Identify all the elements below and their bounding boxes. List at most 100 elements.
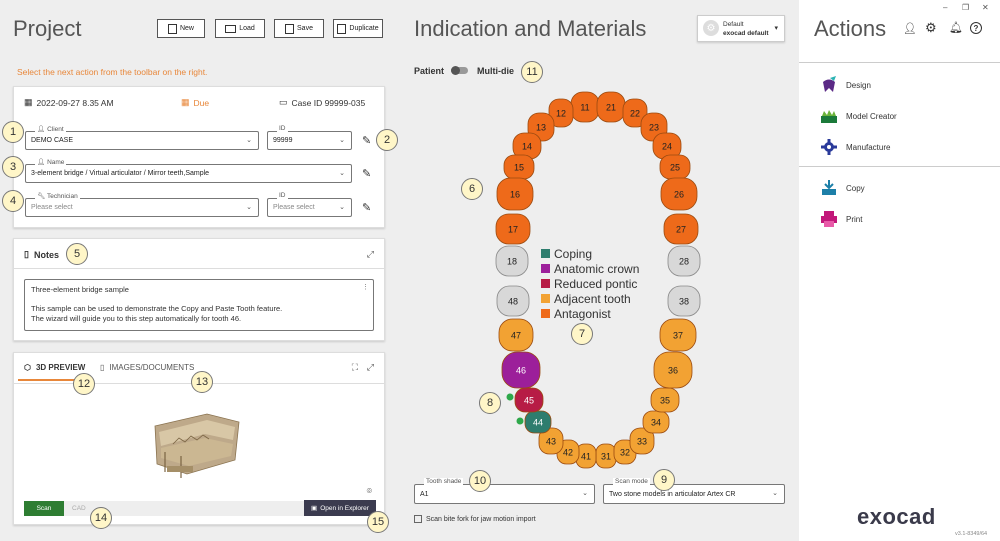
tooth-28[interactable]: 28 xyxy=(667,245,701,277)
restore-icon[interactable]: ❐ xyxy=(962,3,969,12)
close-icon[interactable]: ✕ xyxy=(982,3,989,12)
tooth-shade-select[interactable]: Tooth shade A1 ⌄ xyxy=(414,478,595,504)
edit-name-pencil-icon[interactable]: ✎ xyxy=(362,167,371,180)
tooth-34[interactable]: 34 xyxy=(642,410,670,434)
help-icon[interactable]: ? xyxy=(970,22,982,34)
notes-textarea[interactable]: Three-element bridge sample This sample … xyxy=(24,279,374,331)
tooth-number: 31 xyxy=(601,452,611,462)
fit-view-icon[interactable]: ⛶ xyxy=(352,362,358,373)
tooth-36[interactable]: 36 xyxy=(653,351,693,389)
new-file-icon xyxy=(167,23,177,34)
new-button[interactable]: New xyxy=(157,19,205,38)
design-tooth-icon xyxy=(823,76,836,92)
scan-mode-select[interactable]: Scan mode Two stone models in articulato… xyxy=(603,478,785,504)
tooth-number: 11 xyxy=(580,103,589,113)
dental-model-render[interactable] xyxy=(147,408,247,483)
load-button[interactable]: Load xyxy=(215,19,265,38)
user-icon[interactable]: 👤︎ xyxy=(903,22,917,35)
tooth-18[interactable]: 18 xyxy=(495,245,529,277)
tooth-number: 44 xyxy=(533,418,543,428)
duplicate-button[interactable]: Duplicate xyxy=(333,19,383,38)
tooth-37[interactable]: 37 xyxy=(659,318,697,352)
project-title: Project xyxy=(13,16,82,41)
tooth-38[interactable]: 38 xyxy=(667,285,701,317)
patient-multidie-toggle[interactable] xyxy=(451,66,468,75)
tooth-number: 25 xyxy=(670,163,680,173)
notes-icon: ▯ xyxy=(24,249,29,259)
bell-icon[interactable]: 🔔︎ xyxy=(949,21,963,34)
client-id-select[interactable]: ID 99999 ⌄ xyxy=(267,125,352,150)
chevron-down-icon: ⌄ xyxy=(772,490,778,497)
expand-notes-icon[interactable]: ⤢ xyxy=(367,249,374,260)
legend-item: Adjacent tooth xyxy=(541,291,639,306)
indication-title: Indication and Materials xyxy=(414,16,647,41)
tooth-number: 12 xyxy=(556,109,566,119)
name-select[interactable]: 👤︎ Name 3-element bridge / Virtual artic… xyxy=(25,158,352,183)
tooth-15[interactable]: 15 xyxy=(503,154,535,180)
tooth-27[interactable]: 27 xyxy=(663,213,699,245)
copy-download-icon xyxy=(822,180,836,195)
tooth-number: 21 xyxy=(606,103,616,113)
tab-3d-preview[interactable]: ⬡ 3D PREVIEW xyxy=(24,363,85,372)
screenshot-icon[interactable]: ⌾ xyxy=(367,486,372,497)
calendar-due-icon: ▦ xyxy=(181,97,190,107)
edit-technician-pencil-icon[interactable]: ✎ xyxy=(362,201,371,214)
tooth-number: 13 xyxy=(536,123,546,133)
legend-label: Adjacent tooth xyxy=(554,291,631,306)
tooth-16[interactable]: 16 xyxy=(496,177,534,211)
tooth-25[interactable]: 25 xyxy=(659,154,691,180)
tooth-11[interactable]: 11 xyxy=(570,91,600,123)
client-select[interactable]: 👤︎ Client DEMO CASE ⌄ xyxy=(25,125,259,150)
minimize-icon[interactable]: – xyxy=(943,3,947,12)
annotation-badge-11: 11 xyxy=(521,61,543,83)
copy-action[interactable]: Copy xyxy=(820,179,865,197)
caret-down-icon: ▾ xyxy=(774,25,778,32)
scroll-handle-icon[interactable]: ⋮ xyxy=(362,283,369,292)
wrench-icon: 🔧︎ xyxy=(37,193,46,200)
design-action[interactable]: Design xyxy=(820,76,871,94)
technician-id-select[interactable]: ID Please select ⌄ xyxy=(267,192,352,217)
bridge-connector-dot[interactable] xyxy=(516,417,524,425)
bridge-connector-dot[interactable] xyxy=(506,393,514,401)
chevron-down-icon: ⌄ xyxy=(339,204,345,211)
notes-header: ▯ Notes xyxy=(24,249,59,260)
tooth-number: 26 xyxy=(674,190,684,200)
tooth-35[interactable]: 35 xyxy=(650,387,680,413)
due-date[interactable]: ▦ Due xyxy=(181,97,209,108)
scan-bite-fork-checkbox[interactable] xyxy=(414,515,422,523)
save-button[interactable]: Save xyxy=(274,19,324,38)
scan-bite-fork-option[interactable]: Scan bite fork for jaw motion import xyxy=(414,515,536,523)
annotation-badge-5: 5 xyxy=(66,243,88,265)
tooth-21[interactable]: 21 xyxy=(596,91,626,123)
tooth-17[interactable]: 17 xyxy=(495,213,531,245)
scan-step[interactable]: Scan xyxy=(24,501,64,516)
tooth-31[interactable]: 31 xyxy=(595,443,617,469)
tab-images-documents[interactable]: ▯ IMAGES/DOCUMENTS xyxy=(100,363,194,372)
tooth-number: 41 xyxy=(581,452,591,462)
gear-badge-icon: ⚙ xyxy=(703,20,719,36)
tooth-47[interactable]: 47 xyxy=(498,318,534,352)
tooth-44[interactable]: 44 xyxy=(524,410,552,434)
material-profile-select[interactable]: ⚙ Default exocad default ▾ xyxy=(697,15,785,42)
manufacture-gear-icon xyxy=(821,139,837,155)
annotation-badge-12: 12 xyxy=(73,373,95,395)
open-in-explorer-button[interactable]: ▣ Open in Explorer xyxy=(304,500,376,516)
technician-select[interactable]: 🔧︎ Technician Please select ⌄ xyxy=(25,192,259,217)
edit-client-pencil-icon[interactable]: ✎ xyxy=(362,134,371,147)
tooth-48[interactable]: 48 xyxy=(496,285,530,317)
tooth-46[interactable]: 46 xyxy=(501,351,541,389)
print-action[interactable]: Print xyxy=(820,210,862,228)
folder-small-icon: ▭ xyxy=(279,97,288,107)
expand-preview-icon[interactable]: ⤢ xyxy=(367,362,374,373)
model-creator-action[interactable]: Model Creator xyxy=(820,107,897,125)
annotation-badge-9: 9 xyxy=(653,469,675,491)
chevron-down-icon: ⌄ xyxy=(339,170,345,177)
annotation-badge-8: 8 xyxy=(479,392,501,414)
multi-die-label: Multi-die xyxy=(477,66,514,76)
tooth-45[interactable]: 45 xyxy=(514,387,544,413)
tooth-number: 17 xyxy=(508,225,518,235)
gear-icon[interactable]: ⚙ xyxy=(925,20,937,36)
tooth-number: 36 xyxy=(668,366,678,376)
manufacture-action[interactable]: Manufacture xyxy=(820,138,890,156)
tooth-26[interactable]: 26 xyxy=(660,177,698,211)
